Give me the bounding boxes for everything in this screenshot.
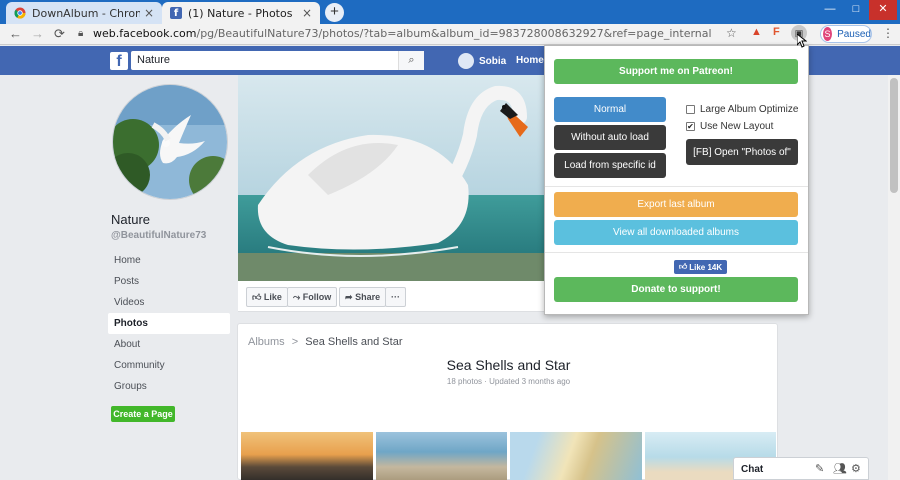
share-label: Share: [355, 292, 381, 302]
new-layout-checkbox[interactable]: ✔: [686, 122, 695, 131]
nav-item-posts[interactable]: Posts: [108, 271, 230, 292]
tab-close-icon[interactable]: ×: [144, 6, 154, 20]
forward-arrow-icon[interactable]: →: [31, 26, 44, 41]
bookmark-star-icon[interactable]: ☆: [726, 26, 737, 40]
album-photo[interactable]: [510, 432, 642, 480]
page-profile-picture[interactable]: [112, 84, 228, 200]
album-thumbnails: [241, 432, 776, 480]
like-count-label: Like 14K: [689, 262, 723, 272]
album-title: Sea Shells and Star: [446, 357, 571, 373]
album-photo[interactable]: [241, 432, 373, 480]
tab-downalbum[interactable]: DownAlbum - Chrome Web Store ×: [6, 2, 162, 24]
new-layout-label: Use New Layout: [700, 121, 774, 132]
nav-item-home[interactable]: Home: [108, 250, 230, 271]
nav-item-community[interactable]: Community: [108, 355, 230, 376]
like-label: Like: [263, 292, 282, 302]
tab-title: (1) Nature - Photos: [188, 6, 293, 20]
back-arrow-icon[interactable]: ←: [9, 26, 22, 41]
downalbum-popup: Support me on Patreon! Normal Without au…: [544, 45, 809, 315]
share-page-button[interactable]: ➦ Share: [339, 287, 387, 307]
follow-page-button[interactable]: ⤳ Follow: [287, 287, 338, 307]
url-path: /pg/BeautifulNature73/photos/?tab=album&…: [196, 27, 712, 40]
user-name: Sobia: [479, 55, 507, 67]
close-window-icon[interactable]: ✕: [869, 0, 897, 20]
chrome-web-store-icon: [14, 7, 26, 19]
extension-f-icon[interactable]: F: [773, 26, 780, 38]
nav-item-about[interactable]: About: [108, 334, 230, 355]
fb-user-profile-link[interactable]: Sobia: [458, 53, 506, 69]
nav-item-videos[interactable]: Videos: [108, 292, 230, 313]
share-icon: ➦: [345, 292, 353, 302]
gear-icon[interactable]: ⚙: [851, 462, 861, 475]
maximize-icon[interactable]: □: [844, 0, 868, 20]
nav-item-groups[interactable]: Groups: [108, 376, 230, 397]
view-downloaded-albums-button[interactable]: View all downloaded albums: [554, 220, 798, 245]
extension-red-icon[interactable]: ▲: [751, 26, 762, 38]
large-album-checkbox[interactable]: [686, 105, 695, 114]
chrome-menu-icon[interactable]: ⋮: [882, 26, 894, 40]
minimize-icon[interactable]: —: [818, 0, 842, 20]
breadcrumb-albums-link[interactable]: Albums: [248, 336, 285, 348]
create-page-button[interactable]: Create a Page: [111, 406, 175, 422]
load-from-specific-id-button[interactable]: Load from specific id: [554, 153, 666, 178]
donate-button[interactable]: Donate to support!: [554, 277, 798, 302]
page-name: Nature: [111, 212, 151, 227]
reload-icon[interactable]: ⟳: [54, 26, 65, 42]
without-auto-load-button[interactable]: Without auto load: [554, 125, 666, 150]
large-album-optimize-option[interactable]: Large Album Optimize: [686, 104, 798, 115]
contacts-icon[interactable]: 👥︎: [833, 462, 847, 475]
like-page-button[interactable]: 👍︎ Like: [246, 287, 288, 307]
browser-tab-strip: DownAlbum - Chrome Web Store × f (1) Nat…: [0, 0, 900, 24]
fb-home-link[interactable]: Home: [516, 55, 544, 66]
page-handle: @BeautifulNature73: [111, 230, 207, 241]
breadcrumb-current: Sea Shells and Star: [305, 336, 403, 348]
album-card: Albums > Sea Shells and Star Sea Shells …: [237, 323, 778, 480]
profile-avatar: S: [823, 27, 833, 41]
cover-photo[interactable]: [238, 75, 545, 281]
url-host: web.facebook.com: [93, 27, 197, 40]
large-album-label: Large Album Optimize: [700, 104, 799, 115]
chat-bar[interactable]: Chat ✎ 👥︎ ⚙: [733, 457, 869, 480]
scrollbar-thumb[interactable]: [890, 78, 898, 193]
compose-icon[interactable]: ✎: [815, 462, 824, 475]
lock-icon: 🔒︎: [78, 28, 84, 39]
tab-close-icon[interactable]: ×: [302, 6, 312, 20]
tab-nature-photos[interactable]: f (1) Nature - Photos ×: [162, 2, 320, 24]
mouse-cursor-icon: [796, 32, 808, 51]
follow-label: Follow: [302, 292, 332, 302]
facebook-icon: f: [170, 7, 182, 19]
search-icon[interactable]: ⌕: [398, 51, 424, 70]
facebook-logo-icon[interactable]: f: [110, 52, 128, 70]
page-left-nav: Home Posts Videos Photos About Community…: [108, 250, 230, 397]
user-avatar: [458, 53, 474, 69]
thumbs-up-icon: 👍︎: [678, 262, 688, 271]
page-action-bar: 👍︎ Like ⤳ Follow ➦ Share ···: [238, 281, 545, 312]
chat-label: Chat: [741, 464, 764, 475]
more-options-button[interactable]: ···: [385, 287, 406, 307]
popup-divider: [545, 186, 808, 187]
popup-divider: [545, 252, 808, 253]
nav-item-photos[interactable]: Photos: [108, 313, 230, 334]
album-meta: 18 photos · Updated 3 months ago: [446, 377, 571, 386]
thumbs-up-icon: 👍︎: [252, 292, 262, 302]
paused-label: Paused: [837, 28, 871, 40]
facebook-search-input[interactable]: Nature: [131, 51, 424, 70]
address-bar[interactable]: web.facebook.com/pg/BeautifulNature73/ph…: [93, 27, 712, 40]
breadcrumb-separator: >: [291, 336, 299, 348]
facebook-like-button[interactable]: 👍︎ Like 14K: [674, 260, 727, 274]
use-new-layout-option[interactable]: ✔ Use New Layout: [686, 121, 773, 132]
new-tab-button[interactable]: +: [325, 3, 344, 22]
normal-mode-button[interactable]: Normal: [554, 97, 666, 122]
tab-title: DownAlbum - Chrome Web Store: [32, 6, 140, 20]
follow-icon: ⤳: [293, 292, 301, 302]
open-photos-of-button[interactable]: [FB] Open "Photos of": [686, 139, 798, 165]
export-last-album-button[interactable]: Export last album: [554, 192, 798, 217]
breadcrumb: Albums > Sea Shells and Star: [248, 336, 402, 348]
profile-paused-button[interactable]: S Paused: [820, 25, 872, 43]
browser-toolbar: ← → ⟳ 🔒︎ web.facebook.com/pg/BeautifulNa…: [0, 24, 900, 45]
patreon-button[interactable]: Support me on Patreon!: [554, 59, 798, 84]
album-photo[interactable]: [375, 432, 507, 480]
